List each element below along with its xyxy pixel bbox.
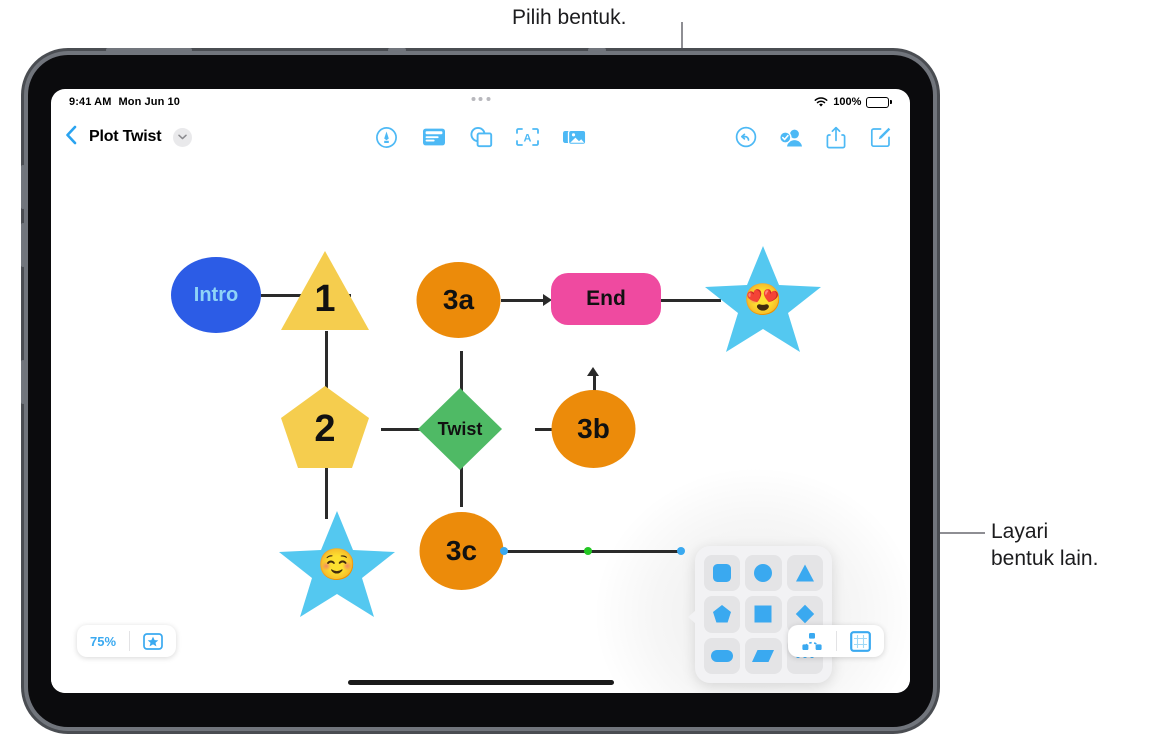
toolbar-center-tools: A	[374, 124, 588, 150]
square-shape[interactable]	[745, 596, 782, 633]
diagram-canvas[interactable]: Intro 1 3a End 😍 2 Twist 3b ☺️ 3c 75%	[51, 159, 910, 693]
node-intro[interactable]: Intro	[170, 256, 262, 334]
circle-shape[interactable]	[745, 555, 782, 592]
node-3a[interactable]: 3a	[416, 261, 501, 339]
text-note-icon[interactable]	[421, 124, 447, 150]
connector-3a-to-end[interactable]	[501, 299, 543, 302]
power-button[interactable]	[106, 48, 192, 52]
toolbar-right-tools	[733, 124, 894, 150]
pen-circle-icon[interactable]	[374, 124, 400, 150]
node-3c[interactable]: 3c	[419, 511, 504, 591]
volume-button[interactable]	[21, 165, 25, 209]
rounded-square-shape[interactable]	[704, 555, 741, 592]
media-photos-icon[interactable]	[562, 124, 588, 150]
node-label: 3c	[445, 535, 478, 566]
node-label: End	[586, 287, 626, 310]
status-bar-left: 9:41 AM Mon Jun 10	[69, 96, 180, 108]
zoom-level-button[interactable]: 75%	[77, 625, 129, 657]
node-label: 1	[314, 278, 336, 320]
person-check-icon[interactable]	[778, 124, 804, 150]
node-label: Twist	[437, 418, 483, 439]
node-label: Intro	[193, 283, 239, 306]
battery-percent: 100%	[833, 96, 862, 108]
status-time: 9:41 AM	[69, 96, 112, 108]
callout-browse-shapes: Layari bentuk lain.	[991, 520, 1099, 570]
node-emoji: 😍	[743, 281, 783, 317]
connection-nodes-icon[interactable]	[788, 625, 836, 657]
node-3b[interactable]: 3b	[551, 389, 636, 469]
camera-notch	[388, 48, 406, 52]
node-label: 3b	[577, 413, 610, 444]
node-end[interactable]: End	[551, 273, 661, 325]
node-label: 2	[314, 407, 336, 450]
pencil-square-icon[interactable]	[868, 124, 894, 150]
shapes-icon[interactable]	[468, 124, 494, 150]
view-controls	[788, 625, 884, 657]
midpoint-handle[interactable]	[584, 547, 592, 555]
wifi-icon	[814, 96, 828, 108]
node-star2[interactable]: ☺️	[278, 509, 396, 619]
screenshot-root: Pilih bentuk. Layari bentuk lain. 9:41 A…	[0, 0, 1170, 747]
page-title[interactable]: Plot Twist	[89, 128, 162, 146]
status-bar-right: 100%	[814, 96, 892, 108]
star-in-box-icon[interactable]	[130, 625, 176, 657]
status-date: Mon Jun 10	[118, 96, 180, 108]
node-1[interactable]: 1	[279, 249, 371, 332]
undo-arrow-icon[interactable]	[733, 124, 759, 150]
svg-text:A: A	[524, 133, 532, 145]
canvas-grid-icon[interactable]	[837, 625, 884, 657]
toolbar-left: Plot Twist	[51, 125, 193, 150]
shape-picker[interactable]	[688, 546, 832, 683]
back-chevron-icon[interactable]	[65, 125, 77, 150]
start-handle[interactable]	[500, 547, 508, 555]
pentagon-shape[interactable]	[704, 596, 741, 633]
triangle-shape[interactable]	[786, 555, 823, 592]
node-star1[interactable]: 😍	[704, 244, 822, 354]
text-box-a-icon[interactable]: A	[515, 124, 541, 150]
volume-button[interactable]	[21, 360, 25, 404]
status-bar: 9:41 AM Mon Jun 10 100%	[51, 89, 910, 115]
node-twist[interactable]: Twist	[417, 387, 503, 471]
ipad-device-frame: 9:41 AM Mon Jun 10 100% Plot Twist A Int…	[21, 48, 933, 727]
node-label: 3a	[442, 284, 475, 315]
selected-connector[interactable]	[504, 550, 681, 553]
pill-shape[interactable]	[704, 637, 741, 674]
parallelogram-shape[interactable]	[745, 637, 782, 674]
arrowhead-to-end-bottom	[587, 367, 599, 376]
device-screen: 9:41 AM Mon Jun 10 100% Plot Twist A Int…	[51, 89, 910, 693]
node-2[interactable]: 2	[279, 384, 371, 470]
battery-icon	[866, 96, 892, 108]
home-indicator[interactable]	[347, 680, 614, 685]
chevron-down-icon[interactable]	[173, 127, 193, 147]
zoom-level-label: 75%	[90, 633, 117, 649]
end-handle[interactable]	[677, 547, 685, 555]
multitask-dots-icon[interactable]	[471, 97, 490, 101]
app-toolbar: Plot Twist A	[51, 115, 910, 159]
share-up-arrow-icon[interactable]	[823, 124, 849, 150]
callout-choose-shape: Pilih bentuk.	[512, 6, 627, 29]
zoom-controls: 75%	[77, 625, 177, 657]
node-emoji: ☺️	[317, 546, 357, 582]
volume-button[interactable]	[21, 223, 25, 267]
sensor-notch	[588, 48, 606, 52]
